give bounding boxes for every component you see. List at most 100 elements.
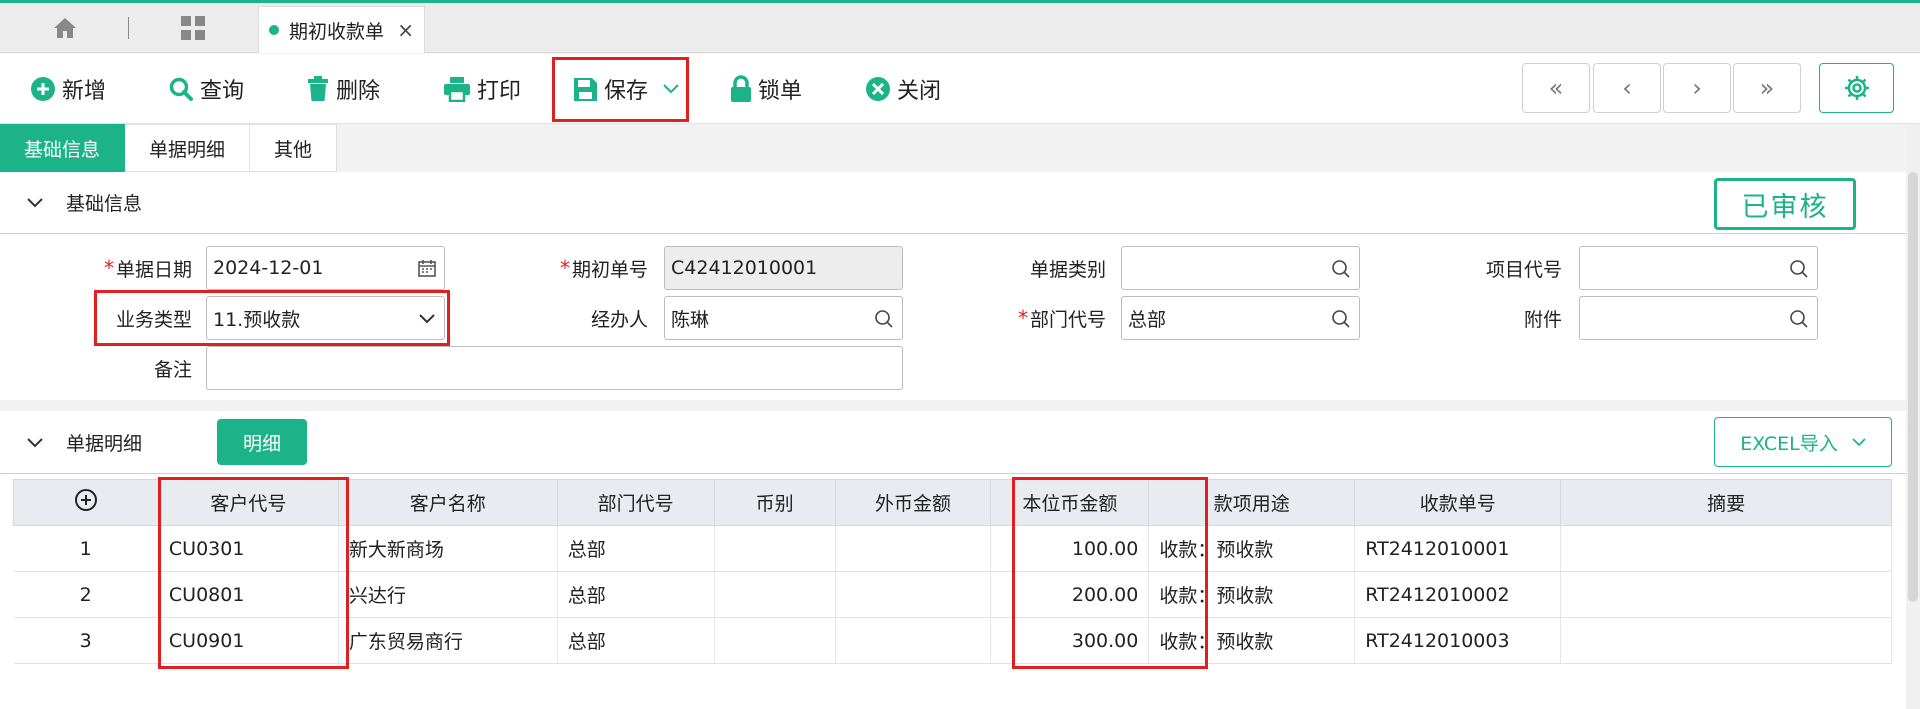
cell-currency[interactable] xyxy=(714,525,836,572)
tab-bar: 期初收款单 × xyxy=(0,3,1920,53)
apps-grid-icon[interactable] xyxy=(178,3,208,53)
highlight-box-cust-code xyxy=(158,477,349,669)
cell-receipt-no[interactable]: RT2412010003 xyxy=(1354,617,1562,664)
category-label: 单据类别 xyxy=(1029,258,1106,281)
cell-dept[interactable]: 总部 xyxy=(557,617,715,664)
cell-receipt-no[interactable]: RT2412010002 xyxy=(1354,571,1562,618)
detail-button[interactable]: 明细 xyxy=(217,419,307,465)
close-circle-icon xyxy=(866,77,890,101)
cell-cust-name[interactable]: 兴达行 xyxy=(338,571,558,618)
close-button[interactable]: 关闭 xyxy=(865,54,941,124)
search-icon xyxy=(875,310,893,328)
basic-info-section: 基础信息 已审核 * 单据日期 2024-12-01 * 期初单号 C4241201… xyxy=(0,172,1906,400)
delete-button[interactable]: 删除 xyxy=(306,54,380,124)
add-row-button[interactable] xyxy=(13,479,159,526)
tab-other[interactable]: 其他 xyxy=(250,124,338,172)
calendar-icon xyxy=(418,260,436,277)
cell-dept[interactable]: 总部 xyxy=(557,571,715,618)
cell-currency[interactable] xyxy=(714,617,836,664)
project-label: 项目代号 xyxy=(1485,258,1562,281)
basic-info-title: 基础信息 xyxy=(66,193,143,215)
cell-currency[interactable] xyxy=(714,571,836,618)
cell-cust-name[interactable]: 广东贸易商行 xyxy=(338,617,558,664)
cell-memo[interactable] xyxy=(1560,525,1892,572)
scrollbar-thumb[interactable] xyxy=(1908,172,1918,602)
printer-icon xyxy=(444,77,470,102)
last-record-button[interactable]: » xyxy=(1733,63,1801,113)
tab-opening-receipt[interactable]: 期初收款单 × xyxy=(258,6,425,53)
bill-detail-section: 单据明细 明细 EXCEL导入 客户代号 客户名称 部门代号 币别 外币金额 本… xyxy=(0,411,1906,709)
row-number: 1 xyxy=(13,525,159,572)
search-icon xyxy=(1332,260,1350,278)
add-label: 新增 xyxy=(62,79,107,104)
handler-label: 经办人 xyxy=(590,308,648,331)
highlight-box-save xyxy=(552,57,689,122)
tab-bar-separator xyxy=(128,17,129,39)
lock-icon xyxy=(731,75,751,102)
highlight-box-amount xyxy=(1012,477,1208,669)
remark-label: 备注 xyxy=(153,358,192,381)
lock-label: 锁单 xyxy=(758,79,803,104)
dept-label: * 部门代号 xyxy=(1017,306,1106,331)
col-header-memo[interactable]: 摘要 xyxy=(1560,479,1892,526)
lock-button[interactable]: 锁单 xyxy=(730,54,802,124)
chevron-down-icon xyxy=(27,197,43,207)
col-header-receipt-no[interactable]: 收款单号 xyxy=(1354,479,1562,526)
active-tab-dot xyxy=(269,25,279,35)
home-icon[interactable] xyxy=(48,3,82,53)
print-label: 打印 xyxy=(477,79,522,104)
close-tab-icon[interactable]: × xyxy=(397,18,414,42)
bill-detail-title: 单据明细 xyxy=(66,433,143,455)
handler-field[interactable]: 陈琳 xyxy=(664,296,903,340)
cell-receipt-no[interactable]: RT2412010001 xyxy=(1354,525,1562,572)
search-icon xyxy=(169,77,193,101)
category-field[interactable] xyxy=(1121,246,1360,290)
search-icon xyxy=(1790,310,1808,328)
tab-basic-info[interactable]: 基础信息 xyxy=(0,124,126,172)
excel-import-label: EXCEL导入 xyxy=(1740,432,1838,455)
opening-no-label: * 期初单号 xyxy=(559,256,648,281)
search-icon xyxy=(1332,310,1350,328)
cell-dept[interactable]: 总部 xyxy=(557,525,715,572)
cell-memo[interactable] xyxy=(1560,571,1892,618)
chevron-down-icon xyxy=(1852,438,1866,447)
tab-bill-details[interactable]: 单据明细 xyxy=(125,124,251,172)
project-field[interactable] xyxy=(1579,246,1818,290)
attachment-field[interactable] xyxy=(1579,296,1818,340)
row-number: 3 xyxy=(13,617,159,664)
excel-import-button[interactable]: EXCEL导入 xyxy=(1714,417,1892,467)
plus-circle-icon xyxy=(31,77,55,101)
cell-fx-amount[interactable] xyxy=(835,525,992,572)
query-label: 查询 xyxy=(200,79,245,104)
chevron-down-icon xyxy=(27,437,43,447)
date-label: * 单据日期 xyxy=(103,256,192,281)
cell-fx-amount[interactable] xyxy=(835,617,992,664)
col-header-dept[interactable]: 部门代号 xyxy=(556,479,715,526)
cell-fx-amount[interactable] xyxy=(835,571,992,618)
status-badge: 已审核 xyxy=(1714,178,1856,230)
col-header-fx-amount[interactable]: 外币金额 xyxy=(834,479,992,526)
basic-info-header[interactable]: 基础信息 已审核 xyxy=(0,172,1906,234)
print-button[interactable]: 打印 xyxy=(443,54,521,124)
prev-record-button[interactable]: ‹ xyxy=(1593,63,1661,113)
query-button[interactable]: 查询 xyxy=(168,54,244,124)
date-field[interactable]: 2024-12-01 xyxy=(206,246,445,290)
attachment-label: 附件 xyxy=(1523,308,1562,331)
bill-detail-toggle[interactable]: 单据明细 xyxy=(0,411,142,474)
settings-button[interactable] xyxy=(1819,63,1894,113)
tab-label: 期初收款单 xyxy=(289,20,385,43)
next-record-button[interactable]: › xyxy=(1663,63,1731,113)
add-button[interactable]: 新增 xyxy=(30,54,106,124)
plus-circle-icon xyxy=(74,489,97,511)
cell-cust-name[interactable]: 新大新商场 xyxy=(338,525,558,572)
first-record-button[interactable]: « xyxy=(1522,63,1590,113)
col-header-currency[interactable]: 币别 xyxy=(713,479,836,526)
opening-no-field[interactable]: C42412010001 xyxy=(664,246,903,290)
col-header-cust-name[interactable]: 客户名称 xyxy=(337,479,558,526)
remark-field[interactable] xyxy=(206,346,903,390)
bill-detail-header: 单据明细 明细 EXCEL导入 xyxy=(0,411,1906,474)
dept-field[interactable]: 总部 xyxy=(1121,296,1360,340)
search-icon xyxy=(1790,260,1808,278)
close-label: 关闭 xyxy=(897,79,942,104)
cell-memo[interactable] xyxy=(1560,617,1892,664)
